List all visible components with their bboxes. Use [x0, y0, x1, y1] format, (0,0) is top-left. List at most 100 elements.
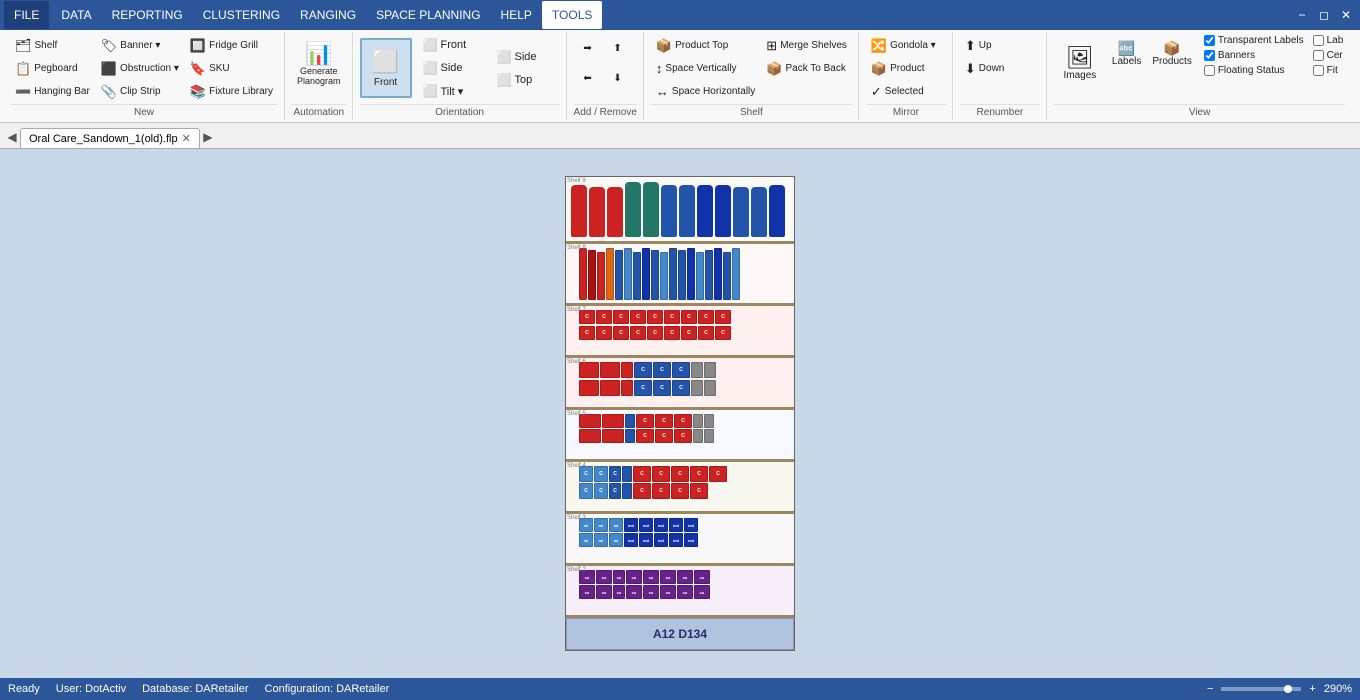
- lab-checkbox[interactable]: [1313, 35, 1324, 46]
- add-right-button[interactable]: ➡: [574, 34, 602, 62]
- shelf-7-label: Shelf 7: [567, 307, 586, 313]
- product-block: md: [624, 518, 638, 532]
- merge-shelves-button[interactable]: ⊞ Merge Shelves: [761, 34, 852, 56]
- product-mirror-button[interactable]: 📦 Product: [866, 57, 946, 79]
- banner-button[interactable]: 🏷 Banner ▾: [96, 34, 184, 56]
- restore-button[interactable]: ◻: [1314, 5, 1334, 25]
- product-block: ml: [594, 533, 608, 547]
- menu-data[interactable]: DATA: [51, 1, 101, 29]
- product-bottle: [733, 187, 749, 237]
- product-block: cu: [643, 585, 659, 599]
- remove-down-icon: ⬇: [613, 73, 621, 84]
- product-block: C: [609, 466, 621, 482]
- obstruction-button[interactable]: ⬛ Obstruction ▾: [96, 57, 184, 79]
- fit-check[interactable]: Fit: [1311, 64, 1346, 77]
- selected-button[interactable]: ✓ Selected: [866, 80, 946, 102]
- products-view-button[interactable]: 📦 Products: [1147, 34, 1196, 74]
- product-block: [606, 248, 614, 300]
- transparent-labels-checkbox[interactable]: [1204, 35, 1215, 46]
- add-remove-group-label: Add / Remove: [574, 104, 637, 120]
- product-block: C: [636, 414, 654, 428]
- orient-side2-icon: ⬜: [497, 50, 512, 64]
- menu-clustering[interactable]: CLUSTERING: [193, 1, 290, 29]
- product-block: [621, 362, 633, 378]
- product-block: cu: [694, 570, 710, 584]
- close-button[interactable]: ✕: [1336, 5, 1356, 25]
- menu-space-planning[interactable]: SPACE PLANNING: [366, 1, 490, 29]
- orient-tilt-button[interactable]: ⬜ Tilt ▾: [416, 80, 486, 102]
- minimize-button[interactable]: −: [1292, 5, 1312, 25]
- images-button[interactable]: 🖼 Images: [1054, 34, 1106, 94]
- product-block: md: [684, 533, 698, 547]
- tab-close-button[interactable]: ✕: [182, 132, 191, 145]
- tab-bar: ◀ Oral Care_Sandown_1(old).flp ✕ ▶: [0, 123, 1360, 149]
- product-block: C: [579, 326, 595, 340]
- product-block: cu: [613, 570, 625, 584]
- shelf-5-products: C C C C C C: [569, 412, 791, 443]
- document-tab[interactable]: Oral Care_Sandown_1(old).flp ✕: [20, 128, 200, 148]
- product-bottle: [643, 182, 659, 237]
- product-top-button[interactable]: 📦 Product Top: [651, 34, 760, 56]
- menu-tools[interactable]: TOOLS: [542, 1, 602, 29]
- orient-front-large-button[interactable]: ⬜ Front: [360, 38, 412, 98]
- banner-icon: 🏷: [101, 39, 118, 52]
- cer-checkbox[interactable]: [1313, 50, 1324, 61]
- labels-button[interactable]: 🔤 Labels: [1107, 34, 1146, 74]
- orientation-group-label: Orientation: [360, 104, 560, 120]
- zoom-plus-button[interactable]: +: [1305, 683, 1319, 695]
- menu-help[interactable]: HELP: [491, 1, 542, 29]
- clip-strip-button[interactable]: 📎 Clip Strip: [96, 80, 184, 102]
- orient-top-button[interactable]: ⬜ Top: [490, 69, 560, 91]
- fridge-grill-button[interactable]: 🔲 Fridge Grill: [185, 34, 278, 56]
- space-vertically-button[interactable]: ↕ Space Vertically: [651, 57, 760, 79]
- ribbon-group-add-remove: ➡ ⬆ ⬅ ⬇ Add / Rem: [568, 32, 644, 120]
- add-up-icon: ⬆: [613, 43, 621, 54]
- fixture-library-button[interactable]: 📚 Fixture Library: [185, 80, 278, 102]
- remove-left-button[interactable]: ⬅: [574, 64, 602, 92]
- tab-prev-button[interactable]: ◀: [4, 126, 20, 148]
- pack-to-back-button[interactable]: 📦 Pack To Back: [761, 57, 852, 79]
- tab-next-button[interactable]: ▶: [200, 126, 216, 148]
- space-horizontally-button[interactable]: ↔ Space Horizontally: [651, 80, 760, 102]
- floating-status-check[interactable]: Floating Status: [1202, 64, 1306, 77]
- zoom-thumb: [1284, 685, 1292, 693]
- banners-checkbox[interactable]: [1204, 50, 1215, 61]
- product-block: cu: [596, 585, 612, 599]
- floating-status-checkbox[interactable]: [1204, 65, 1215, 76]
- renumber-up-button[interactable]: ⬆ Up: [960, 34, 1040, 56]
- labels-icon: 🔤: [1118, 41, 1135, 55]
- product-block: cu: [579, 585, 595, 599]
- shelf-button[interactable]: 🗂 Shelf: [10, 34, 95, 56]
- lab-check[interactable]: Lab: [1311, 34, 1346, 47]
- zoom-minus-button[interactable]: −: [1203, 683, 1217, 695]
- orient-side2-button[interactable]: ⬜ Side: [490, 46, 560, 68]
- shelf-9-label: Shelf 9: [567, 178, 586, 184]
- menu-ranging[interactable]: RANGING: [290, 1, 366, 29]
- orient-side-button[interactable]: ⬜ Side: [416, 57, 486, 79]
- fit-checkbox[interactable]: [1313, 65, 1324, 76]
- remove-down-button[interactable]: ⬇: [604, 64, 632, 92]
- product-bottle: [769, 185, 785, 237]
- shelf-8-label: Shelf 8: [567, 245, 586, 251]
- hanging-bar-button[interactable]: ➖ Hanging Bar: [10, 80, 95, 102]
- selected-icon: ✓: [871, 85, 882, 98]
- generate-planogram-button[interactable]: 📊 GeneratePlanogram: [292, 34, 346, 94]
- gondola-button[interactable]: 🔀 Gondola ▾: [866, 34, 946, 56]
- cer-check[interactable]: Cer: [1311, 49, 1346, 62]
- obstruction-icon: ⬛: [101, 62, 117, 75]
- banners-check[interactable]: Banners: [1202, 49, 1306, 62]
- pegboard-button[interactable]: 📋 Pegboard: [10, 57, 95, 79]
- orient-front-small-button[interactable]: ⬜ Front: [416, 34, 486, 56]
- transparent-labels-check[interactable]: Transparent Labels: [1202, 34, 1306, 47]
- menu-reporting[interactable]: REPORTING: [102, 1, 193, 29]
- renumber-down-button[interactable]: ⬇ Down: [960, 57, 1040, 79]
- sku-button[interactable]: 🔖 SKU: [185, 57, 278, 79]
- product-block: [621, 380, 633, 396]
- zoom-slider[interactable]: [1221, 687, 1301, 691]
- product-block: md: [639, 533, 653, 547]
- shelf-4-products: C C C C C C C C C C: [569, 464, 791, 499]
- planogram[interactable]: Shelf 9: [565, 176, 795, 651]
- menu-file[interactable]: FILE: [4, 1, 49, 29]
- product-block: C: [653, 380, 671, 396]
- add-up-button[interactable]: ⬆: [604, 34, 632, 62]
